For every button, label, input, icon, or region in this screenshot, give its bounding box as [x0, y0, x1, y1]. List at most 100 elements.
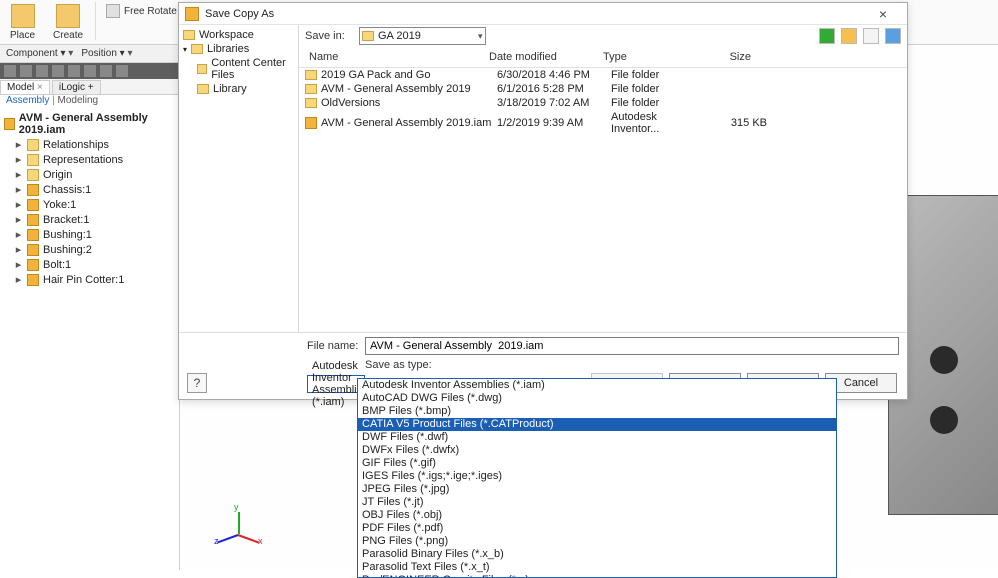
- folder-icon: [27, 169, 39, 181]
- help-button[interactable]: ?: [187, 373, 207, 393]
- folder-icon: [305, 70, 317, 80]
- qat-icon[interactable]: [116, 65, 128, 77]
- tree-root[interactable]: AVM - General Assembly 2019.iam: [4, 111, 175, 137]
- filename-input[interactable]: [365, 337, 899, 355]
- qat-icon[interactable]: [100, 65, 112, 77]
- tree-item[interactable]: ▸Hair Pin Cotter:1: [4, 272, 175, 287]
- type-option[interactable]: DWF Files (*.dwf): [358, 431, 836, 444]
- type-option[interactable]: CATIA V5 Product Files (*.CATProduct): [358, 418, 836, 431]
- place-library[interactable]: Library: [183, 82, 294, 96]
- file-type: File folder: [611, 69, 707, 81]
- assembly-icon: [4, 118, 15, 130]
- file-row[interactable]: AVM - General Assembly 20196/1/2016 5:28…: [299, 82, 907, 96]
- type-option[interactable]: DWFx Files (*.dwfx): [358, 444, 836, 457]
- qat-icon[interactable]: [4, 65, 16, 77]
- type-option[interactable]: Pro/ENGINEER Granite Files (*.g): [358, 574, 836, 578]
- tree-item[interactable]: ▸Bushing:1: [4, 227, 175, 242]
- tab-model[interactable]: Model ×: [0, 80, 50, 94]
- tree-item[interactable]: ▸Representations: [4, 152, 175, 167]
- dialog-title: Save Copy As: [205, 8, 865, 20]
- type-option[interactable]: Parasolid Binary Files (*.x_b): [358, 548, 836, 561]
- folder-icon: [27, 154, 39, 166]
- tree-item[interactable]: ▸Origin: [4, 167, 175, 182]
- qat-icon[interactable]: [68, 65, 80, 77]
- type-option[interactable]: AutoCAD DWG Files (*.dwg): [358, 392, 836, 405]
- part-icon: [27, 199, 39, 211]
- expand-icon[interactable]: ▸: [14, 258, 23, 271]
- new-folder-button[interactable]: [863, 28, 879, 44]
- dialog-titlebar[interactable]: Save Copy As ×: [179, 3, 907, 25]
- tree-item[interactable]: ▸Relationships: [4, 137, 175, 152]
- file-name: AVM - General Assembly 2019.iam: [321, 117, 497, 129]
- col-name[interactable]: Name: [305, 49, 485, 65]
- type-option[interactable]: Parasolid Text Files (*.x_t): [358, 561, 836, 574]
- file-date: 6/1/2016 5:28 PM: [497, 83, 611, 95]
- close-icon[interactable]: ×: [37, 82, 43, 93]
- expand-icon[interactable]: ▸: [14, 273, 23, 286]
- expand-icon[interactable]: ▸: [14, 183, 23, 196]
- type-option[interactable]: JPEG Files (*.jpg): [358, 483, 836, 496]
- type-option[interactable]: JT Files (*.jt): [358, 496, 836, 509]
- file-type: File folder: [611, 97, 707, 109]
- place-libraries[interactable]: ▾Libraries: [183, 42, 294, 56]
- expand-icon[interactable]: ▸: [14, 213, 23, 226]
- expand-icon[interactable]: ▸: [14, 153, 23, 166]
- tab-ilogic[interactable]: iLogic +: [52, 80, 101, 94]
- type-option[interactable]: Autodesk Inventor Assemblies (*.iam): [358, 379, 836, 392]
- expand-icon[interactable]: ▸: [14, 228, 23, 241]
- close-button[interactable]: ×: [865, 6, 901, 22]
- ribbon-place[interactable]: Place: [4, 2, 41, 43]
- tree-item[interactable]: ▸ Yoke:1: [4, 197, 175, 212]
- type-option[interactable]: GIF Files (*.gif): [358, 457, 836, 470]
- type-option[interactable]: BMP Files (*.bmp): [358, 405, 836, 418]
- ribbon-free-rotate[interactable]: Free Rotate: [102, 2, 181, 20]
- folder-icon: [197, 64, 207, 74]
- savein-dropdown[interactable]: GA 2019 ▾: [359, 27, 486, 45]
- save-copy-as-dialog: Save Copy As × Workspace ▾Libraries Cont…: [178, 2, 908, 400]
- group-component[interactable]: Component ▾: [6, 48, 73, 59]
- tree-item[interactable]: ▸Bushing:2: [4, 242, 175, 257]
- inventor-icon: [185, 7, 199, 21]
- expand-icon[interactable]: ▸: [14, 168, 23, 181]
- type-option[interactable]: PNG Files (*.png): [358, 535, 836, 548]
- expand-icon[interactable]: ▸: [14, 243, 23, 256]
- file-name: OldVersions: [321, 97, 497, 109]
- folder-icon: [197, 84, 209, 94]
- col-date[interactable]: Date modified: [485, 49, 599, 65]
- qat-icon[interactable]: [20, 65, 32, 77]
- qat-icon[interactable]: [36, 65, 48, 77]
- folder-icon: [191, 44, 203, 54]
- crumb-assembly[interactable]: Assembly: [6, 95, 49, 106]
- file-row[interactable]: 2019 GA Pack and Go6/30/2018 4:46 PMFile…: [299, 68, 907, 82]
- col-size[interactable]: Size: [695, 49, 755, 65]
- tree-item-label: Yoke:1: [43, 199, 76, 211]
- tree-item[interactable]: ▸Chassis:1: [4, 182, 175, 197]
- file-row[interactable]: AVM - General Assembly 2019.iam1/2/2019 …: [299, 110, 907, 136]
- tree-item[interactable]: ▸Bracket:1: [4, 212, 175, 227]
- place-content-center[interactable]: Content Center Files: [183, 56, 294, 82]
- folder-icon: [27, 139, 39, 151]
- type-option[interactable]: OBJ Files (*.obj): [358, 509, 836, 522]
- expand-icon[interactable]: ▸: [14, 138, 23, 151]
- type-option[interactable]: PDF Files (*.pdf): [358, 522, 836, 535]
- crumb-modeling[interactable]: Modeling: [58, 95, 99, 106]
- back-button[interactable]: [819, 28, 835, 44]
- tree-item[interactable]: ▸Bolt:1: [4, 257, 175, 272]
- ribbon-create[interactable]: Create: [47, 2, 89, 43]
- file-row[interactable]: OldVersions3/18/2019 7:02 AMFile folder: [299, 96, 907, 110]
- type-option[interactable]: IGES Files (*.igs;*.ige;*.iges): [358, 470, 836, 483]
- views-button[interactable]: [885, 28, 901, 44]
- group-position[interactable]: Position ▾: [81, 48, 132, 59]
- place-workspace[interactable]: Workspace: [183, 28, 294, 42]
- folder-icon: [305, 98, 317, 108]
- col-type[interactable]: Type: [599, 49, 695, 65]
- saveastype-options[interactable]: Autodesk Inventor Assemblies (*.iam)Auto…: [357, 378, 837, 578]
- file-list[interactable]: 2019 GA Pack and Go6/30/2018 4:46 PMFile…: [299, 68, 907, 332]
- file-name: AVM - General Assembly 2019: [321, 83, 497, 95]
- qat-icon[interactable]: [52, 65, 64, 77]
- qat-icon[interactable]: [84, 65, 96, 77]
- file-size: 315 KB: [707, 117, 767, 129]
- rotate-icon: [106, 4, 120, 18]
- expand-icon[interactable]: ▸: [14, 198, 23, 211]
- up-folder-button[interactable]: [841, 28, 857, 44]
